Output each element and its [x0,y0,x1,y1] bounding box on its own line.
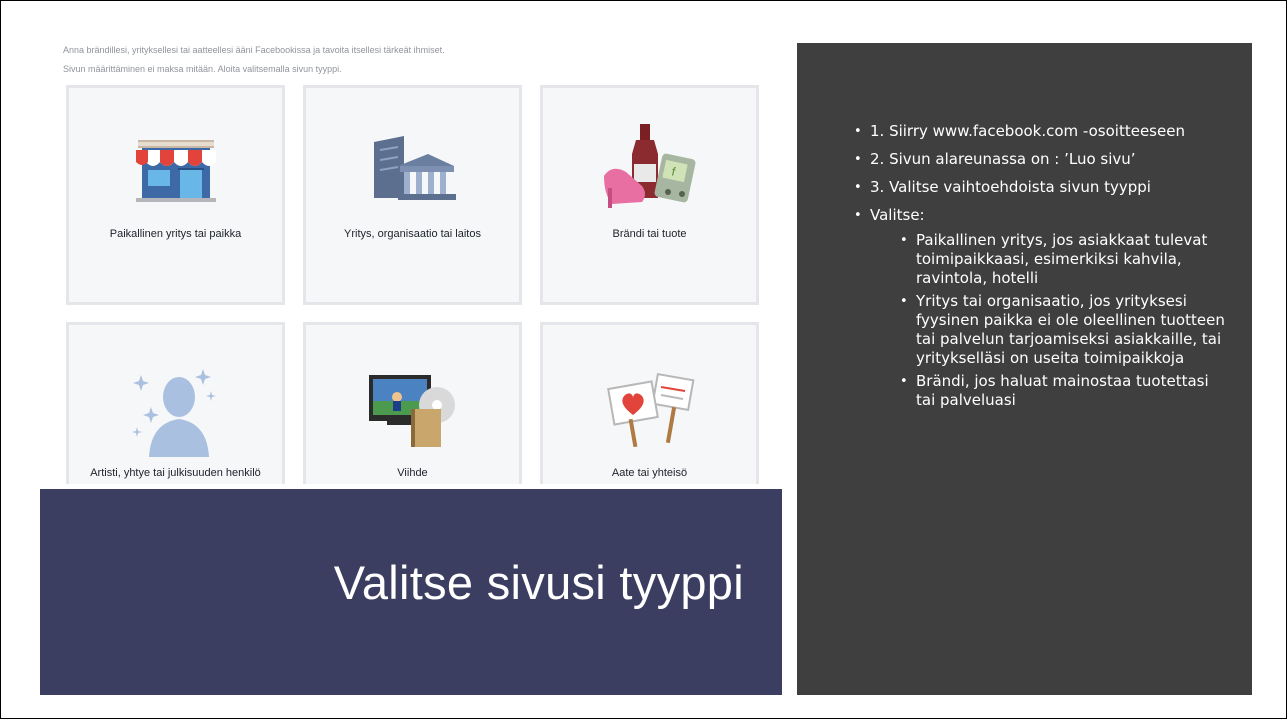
tile-brand[interactable]: f Brändi tai tuote [540,85,759,305]
sub-bullet-item: • Yritys tai organisaatio, jos yrityksesi… [896,292,1230,368]
bullet-icon: • [900,374,908,389]
bullet-icon: • [854,208,862,223]
tile-label: Aate tai yhteisö [611,467,688,479]
bullet-icon: • [900,294,908,309]
buildings-icon [373,136,456,200]
tile-label: Viihde [397,467,428,479]
tile-artist[interactable]: Artisti, yhtye tai julkisuuden henkilö [66,322,285,484]
bullet-item: • Valitse: [850,206,1230,225]
tile-entertainment[interactable]: Viihde [303,322,522,484]
bullet-icon: • [854,124,862,139]
tv-media-icon [368,375,455,447]
intro-line-1: Anna brändillesi, yrityksellesi tai aatt… [63,45,445,55]
slide-title: Valitse sivusi tyyppi [333,556,744,609]
sub-bullet-text: Paikallinen yritys, jos asiakkaat tuleva… [916,231,1208,287]
bullet-item: • 1. Siirry www.facebook.com -osoitteesee… [850,122,1230,141]
tile-company[interactable]: Yritys, organisaatio tai laitos [303,85,522,305]
tile-local-business[interactable]: Paikallinen yritys tai paikka [66,85,285,305]
content-panel: • 1. Siirry www.facebook.com -osoitteesee… [797,43,1252,695]
protest-signs-icon [606,372,694,447]
tile-cause[interactable]: Aate tai yhteisö [540,322,759,484]
title-box: Valitse sivusi tyyppi [40,489,782,695]
products-icon: f [603,124,695,208]
tile-label: Artisti, yhtye tai julkisuuden henkilö [90,467,261,479]
facebook-screenshot: Anna brändillesi, yrityksellesi tai aatt… [63,37,768,484]
sub-bullet-item: • Paikallinen yritys, jos asiakkaat tulev… [896,231,1230,288]
bullet-item: • 3. Valitse vaihtoehdoista sivun tyyppi [850,178,1230,197]
intro-text: Anna brändillesi, yrityksellesi tai aatt… [63,41,445,79]
bullet-icon: • [900,233,908,248]
tile-label: Yritys, organisaatio tai laitos [344,228,481,240]
bullet-item: • 2. Sivun alareunassa on : ’Luo sivu’ [850,150,1230,169]
intro-line-2: Sivun määrittäminen ei maksa mitään. Alo… [63,64,342,74]
bullet-icon: • [854,180,862,195]
slide: Anna brändillesi, yrityksellesi tai aatt… [0,0,1287,719]
tile-label: Paikallinen yritys tai paikka [109,228,242,240]
bullet-list: • 1. Siirry www.facebook.com -osoitteesee… [850,122,1230,414]
bullet-text: Valitse: [870,206,925,224]
sub-bullet-item: • Brändi, jos haluat mainostaa tuotettasi… [896,372,1230,410]
storefront-icon [135,140,216,202]
sub-bullet-text: Brändi, jos haluat mainostaa tuotettasi … [916,372,1209,409]
sub-bullet-text: Yritys tai organisaatio, jos yrityksesi … [916,292,1225,367]
bullet-icon: • [854,152,862,167]
bullet-text: 3. Valitse vaihtoehdoista sivun tyyppi [870,178,1151,196]
bullet-text: 2. Sivun alareunassa on : ’Luo sivu’ [870,150,1136,168]
person-silhouette-icon [131,369,216,457]
bullet-text: 1. Siirry www.facebook.com -osoitteeseen [870,122,1185,140]
tile-label: Brändi tai tuote [612,228,687,240]
